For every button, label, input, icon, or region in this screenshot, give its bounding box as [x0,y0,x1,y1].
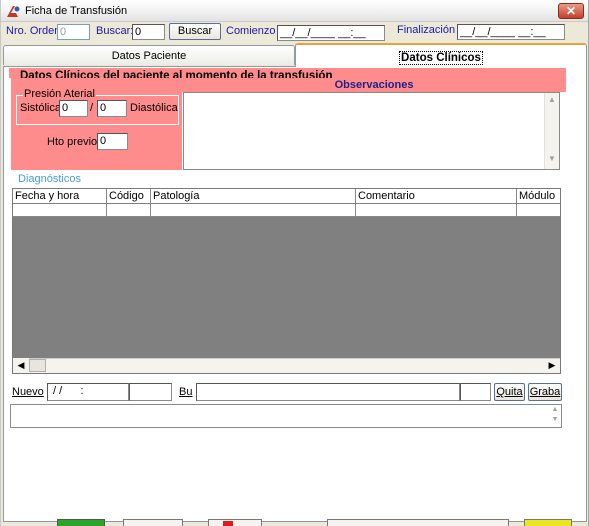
comment-scroll-arrows[interactable]: ▲ ▼ [549,405,561,427]
entry-date-field[interactable]: / / : [47,383,129,401]
observaciones-title: Observaciones [334,79,414,91]
pressure-separator: / [90,102,94,114]
buscar-field[interactable]: 0 [132,24,165,40]
tab-datos-clinicos[interactable]: Datos Clínicos [295,43,587,67]
action-button[interactable] [123,519,183,526]
cell-divider [355,204,356,217]
nro-orden-label: Nro. Orden: [6,25,64,37]
column-patologia[interactable]: Patología [151,189,356,203]
sistolica-field[interactable]: 0 [59,100,88,117]
observaciones-scrollbar[interactable]: ▲ ▼ [544,93,559,169]
tab-datos-clinicos-label: Datos Clínicos [399,51,483,65]
table-row[interactable] [13,204,560,217]
wide-action-button[interactable] [327,519,509,526]
presion-label: Presión Aterial [23,88,96,100]
scroll-down-icon[interactable]: ▼ [545,154,559,163]
grid-horizontal-scrollbar[interactable] [13,358,560,373]
cell-divider [150,204,151,217]
scroll-up-icon[interactable]: ▲ [545,95,559,104]
tab-datos-paciente[interactable]: Datos Paciente [3,45,295,65]
sistolica-label: Sistólica [20,102,61,114]
column-fecha-hora[interactable]: Fecha y hora [13,189,107,203]
diastolica-field[interactable]: 0 [97,100,127,117]
delete-action-button[interactable] [208,519,262,526]
nuevo-button[interactable]: Nuevo [12,386,44,398]
finalizacion-label: Finalización [397,24,456,36]
yellow-action-button[interactable] [524,519,572,526]
window-title: Ficha de Transfusión [25,5,128,17]
hto-label: Hto previo: [47,136,101,148]
hto-field[interactable]: 0 [97,133,128,150]
diagnosticos-label: Diagnósticos [18,173,81,185]
cell-divider [516,204,517,217]
scroll-right-icon[interactable]: ▶ [544,358,560,373]
entry-patologia-field[interactable] [196,383,460,401]
observaciones-textarea[interactable] [183,92,560,170]
graba-button[interactable]: Graba [528,383,562,401]
bu-button[interactable]: Bu [179,386,192,398]
app-icon [7,6,20,17]
entry-comment-textarea[interactable] [10,404,562,428]
quita-button[interactable]: Quita [494,383,525,401]
finalizacion-field[interactable]: __/__/____ __:__ [457,24,565,40]
comienzo-label: Comienzo [226,25,276,37]
buscar-button[interactable]: Buscar [169,23,221,40]
cell-divider [106,204,107,217]
column-codigo[interactable]: Código [107,189,151,203]
scroll-thumb[interactable] [29,359,46,372]
nro-orden-field[interactable]: 0 [57,24,90,40]
green-action-button[interactable] [57,519,105,526]
diastolica-label: Diastólica [130,102,178,114]
entry-modulo-field[interactable] [460,383,491,401]
buscar-label: Buscar: [96,25,134,37]
column-modulo[interactable]: Módulo [517,189,560,203]
entry-code-field[interactable] [129,383,172,401]
transfusion-window: Ficha de Transfusión ✕ Nro. Orden: 0 Bus… [0,0,589,526]
close-icon[interactable]: ✕ [558,3,584,19]
column-comentario[interactable]: Comentario [356,189,517,203]
comienzo-field[interactable]: __/__/____ __:__ [277,25,385,41]
scroll-left-icon[interactable]: ◀ [13,358,29,373]
